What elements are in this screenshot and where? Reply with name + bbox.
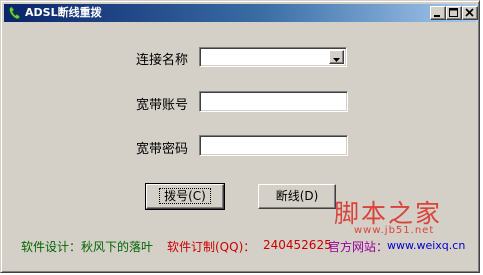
minimize-icon [434, 15, 440, 17]
dial-button[interactable]: 拨号(C) [145, 183, 225, 210]
connection-select[interactable] [199, 47, 347, 67]
window-title: ADSL断线重拨 [25, 6, 102, 19]
title-bar[interactable]: ADSL断线重拨 [4, 4, 478, 22]
footer-custom-label: 软件订制(QQ)： [167, 240, 256, 254]
minimize-button[interactable] [430, 6, 446, 20]
watermark-url: www.jb51.net [354, 225, 435, 236]
footer-site-url[interactable]: www.weixq.cn [387, 239, 465, 252]
footer-site-label: 官方网站： [328, 240, 389, 254]
phone-icon [8, 5, 22, 21]
connection-label: 连接名称 [136, 53, 189, 68]
close-icon [465, 8, 474, 17]
footer-author: 软件设计：秋风下的落叶 [21, 240, 154, 254]
disconnect-button-label: 断线(D) [275, 189, 319, 203]
dial-button-label: 拨号(C) [159, 188, 211, 204]
account-input[interactable] [199, 91, 348, 112]
chevron-down-icon [333, 58, 340, 62]
app-window: ADSL断线重拨 连接名称 宽带账号 宽带密码 拨号(C) 断线(D) 脚本之家… [0, 0, 480, 273]
disconnect-button[interactable]: 断线(D) [258, 184, 336, 209]
password-input[interactable] [199, 135, 348, 156]
maximize-button[interactable] [446, 6, 462, 20]
maximize-icon [449, 8, 458, 17]
account-label: 宽带账号 [136, 98, 189, 113]
dropdown-button[interactable] [329, 50, 344, 64]
password-label: 宽带密码 [136, 142, 189, 157]
close-button[interactable] [462, 6, 478, 20]
footer-qq: 240452625 [263, 238, 332, 252]
